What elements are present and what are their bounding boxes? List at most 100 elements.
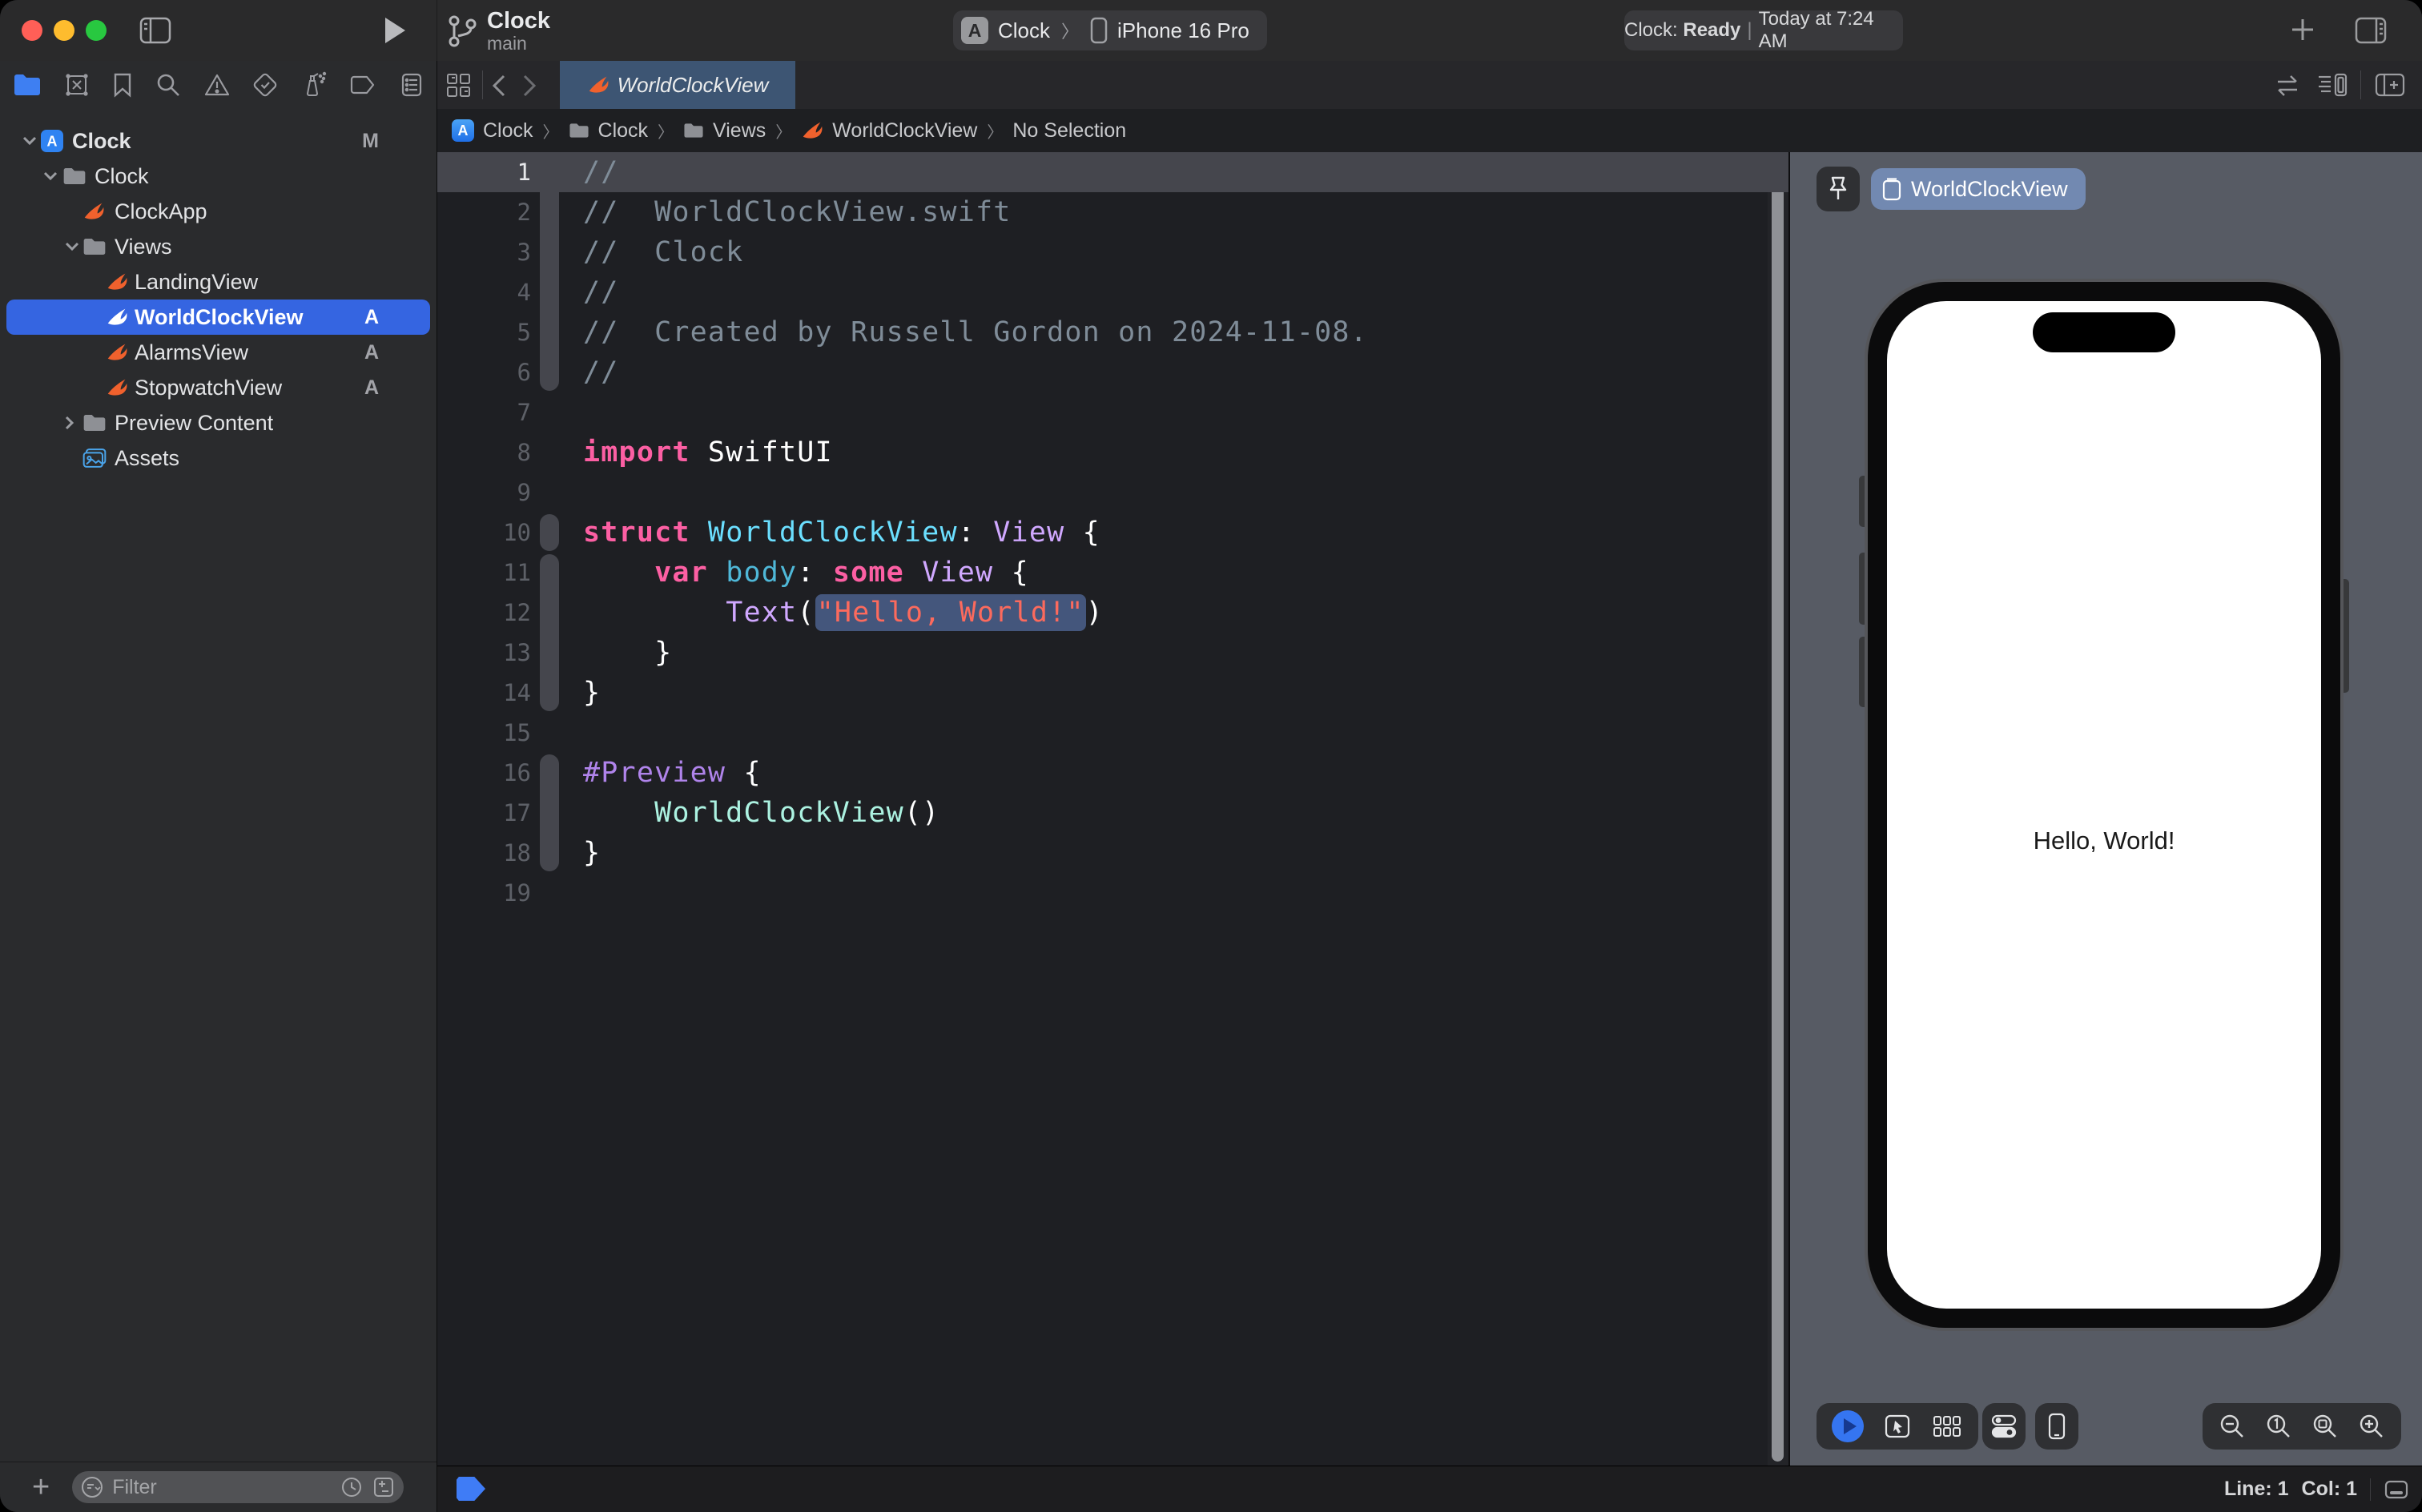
find-navigator-icon[interactable] xyxy=(155,72,181,98)
breadcrumb-item[interactable]: Clock xyxy=(598,119,649,143)
bookmarks-navigator-icon[interactable] xyxy=(112,72,133,98)
run-destination[interactable]: iPhone 16 Pro xyxy=(1117,18,1249,43)
iphone-screen[interactable]: Hello, World! xyxy=(1887,301,2321,1309)
xcode-window: Clock main A Clock 〉 iPhone 16 Pro Clock… xyxy=(0,0,2422,1512)
zoom-fit-button[interactable] xyxy=(2302,1403,2348,1450)
code-line-7[interactable]: 7 xyxy=(437,392,1788,432)
recents-clock-icon[interactable] xyxy=(340,1475,364,1499)
chevron-right-icon[interactable] xyxy=(64,415,75,431)
tree-item-label: Views xyxy=(115,234,172,259)
tree-item-stopwatchview[interactable]: StopwatchView A xyxy=(0,370,437,405)
scheme-name[interactable]: Clock xyxy=(998,18,1050,43)
tests-navigator-icon[interactable] xyxy=(252,72,278,98)
line-number: 8 xyxy=(517,439,531,466)
pin-preview-button[interactable] xyxy=(1816,167,1860,211)
line-number: 11 xyxy=(503,559,531,586)
code-line-17[interactable]: 17 WorldClockView() xyxy=(437,793,1788,833)
code-line-16[interactable]: 16 #Preview { xyxy=(437,753,1788,793)
run-button[interactable] xyxy=(383,16,407,45)
code-line-11[interactable]: 11 var body: some View { xyxy=(437,553,1788,593)
zoom-window-button[interactable] xyxy=(86,20,107,41)
code-line-8[interactable]: 8 import SwiftUI xyxy=(437,432,1788,472)
tree-item-assets[interactable]: Assets xyxy=(0,440,437,476)
reports-navigator-icon[interactable] xyxy=(400,72,424,98)
breakpoints-toggle-icon[interactable] xyxy=(457,1477,485,1501)
breadcrumb-item[interactable]: WorldClockView xyxy=(832,119,977,143)
swift-file-icon xyxy=(589,76,609,93)
minimize-window-button[interactable] xyxy=(54,20,74,41)
code-line-15[interactable]: 15 xyxy=(437,713,1788,753)
zoom-100-button[interactable] xyxy=(2255,1403,2302,1450)
breadcrumb-item[interactable]: Clock xyxy=(483,119,533,143)
tree-item-clock[interactable]: Clock xyxy=(0,159,437,194)
code-editor[interactable]: 1//2// WorldClockView.swift 3// Clock 4//5… xyxy=(437,152,1788,1466)
issues-navigator-icon[interactable] xyxy=(203,73,231,97)
tree-item-views[interactable]: Views xyxy=(0,229,437,264)
code-line-2[interactable]: 2// WorldClockView.swift xyxy=(437,192,1788,232)
tree-item-worldclockview[interactable]: WorldClockView A xyxy=(0,300,437,335)
debug-navigator-icon[interactable] xyxy=(300,71,328,99)
code-line-1[interactable]: 1// xyxy=(437,152,1788,192)
source-control-navigator-icon[interactable] xyxy=(64,72,90,98)
editor-options-icon[interactable] xyxy=(2384,1479,2409,1500)
related-items-icon[interactable] xyxy=(445,72,473,98)
code-line-14[interactable]: 14} xyxy=(437,673,1788,713)
preview-target-pill[interactable]: WorldClockView xyxy=(1871,168,2086,210)
minimap-options-icon[interactable] xyxy=(2316,72,2348,98)
tree-item-label: Clock xyxy=(95,163,149,188)
variants-mode-button[interactable] xyxy=(1924,1403,1970,1450)
tree-item-landingview[interactable]: LandingView xyxy=(0,264,437,300)
file-status-badge: A xyxy=(364,340,379,364)
breadcrumb-item[interactable]: No Selection xyxy=(1012,119,1126,143)
live-preview-button[interactable] xyxy=(1825,1403,1871,1450)
tree-item-clock[interactable]: A Clock M xyxy=(0,123,437,159)
tab-worldclockview[interactable]: WorldClockView xyxy=(560,61,795,109)
swap-editor-icon[interactable] xyxy=(2273,74,2302,98)
add-file-button[interactable]: + xyxy=(32,1472,50,1502)
library-add-button[interactable] xyxy=(2289,16,2316,43)
device-orientation-button[interactable] xyxy=(2035,1403,2078,1450)
code-line-9[interactable]: 9 xyxy=(437,472,1788,513)
code-line-6[interactable]: 6// xyxy=(437,352,1788,392)
chevron-down-icon[interactable] xyxy=(42,171,58,182)
code-line-13[interactable]: 13 } xyxy=(437,633,1788,673)
go-forward-icon[interactable] xyxy=(521,74,538,98)
device-settings-button[interactable] xyxy=(1982,1403,2026,1450)
source-control-summary[interactable]: Clock main xyxy=(447,8,550,54)
filter-icon xyxy=(82,1477,103,1498)
breadcrumb-item[interactable]: Views xyxy=(713,119,766,143)
code-line-18[interactable]: 18} xyxy=(437,833,1788,873)
code-line-3[interactable]: 3// Clock xyxy=(437,232,1788,272)
flags-filter-icon[interactable] xyxy=(372,1475,396,1499)
chevron-down-icon[interactable] xyxy=(64,241,80,252)
tree-item-clockapp[interactable]: ClockApp xyxy=(0,194,437,229)
project-navigator-icon[interactable] xyxy=(13,73,42,97)
line-number: 2 xyxy=(517,199,531,226)
tree-item-label: AlarmsView xyxy=(135,340,249,364)
breakpoints-navigator-icon[interactable] xyxy=(350,74,377,95)
code-line-19[interactable]: 19 xyxy=(437,873,1788,913)
tree-item-alarmsview[interactable]: AlarmsView A xyxy=(0,335,437,370)
device-icon xyxy=(1090,17,1108,44)
code-line-12[interactable]: 12 Text("Hello, World!") xyxy=(437,593,1788,633)
code-line-4[interactable]: 4// xyxy=(437,272,1788,312)
preview-mode-controls xyxy=(1816,1403,1978,1450)
code-line-10[interactable]: 10 struct WorldClockView: View { xyxy=(437,513,1788,553)
toggle-right-sidebar-icon[interactable] xyxy=(2353,14,2388,46)
filter-field[interactable]: Filter xyxy=(72,1471,404,1503)
go-back-icon[interactable] xyxy=(490,74,508,98)
selectable-mode-button[interactable] xyxy=(1874,1403,1921,1450)
scheme-selector[interactable]: A Clock 〉 iPhone 16 Pro xyxy=(953,10,1267,50)
statusbar-divider xyxy=(2370,1478,2371,1501)
zoom-out-button[interactable] xyxy=(2209,1403,2255,1450)
zoom-in-button[interactable] xyxy=(2348,1403,2395,1450)
file-status-badge: M xyxy=(362,129,379,152)
canvas-zoom-controls xyxy=(2203,1403,2401,1450)
tab-label: WorldClockView xyxy=(617,72,769,97)
add-editor-icon[interactable] xyxy=(2374,72,2406,98)
close-window-button[interactable] xyxy=(22,20,42,41)
tree-item-preview-content[interactable]: Preview Content xyxy=(0,405,437,440)
code-line-5[interactable]: 5// Created by Russell Gordon on 2024-11… xyxy=(437,312,1788,352)
chevron-down-icon[interactable] xyxy=(22,135,38,147)
toggle-left-sidebar-icon[interactable] xyxy=(138,14,173,46)
